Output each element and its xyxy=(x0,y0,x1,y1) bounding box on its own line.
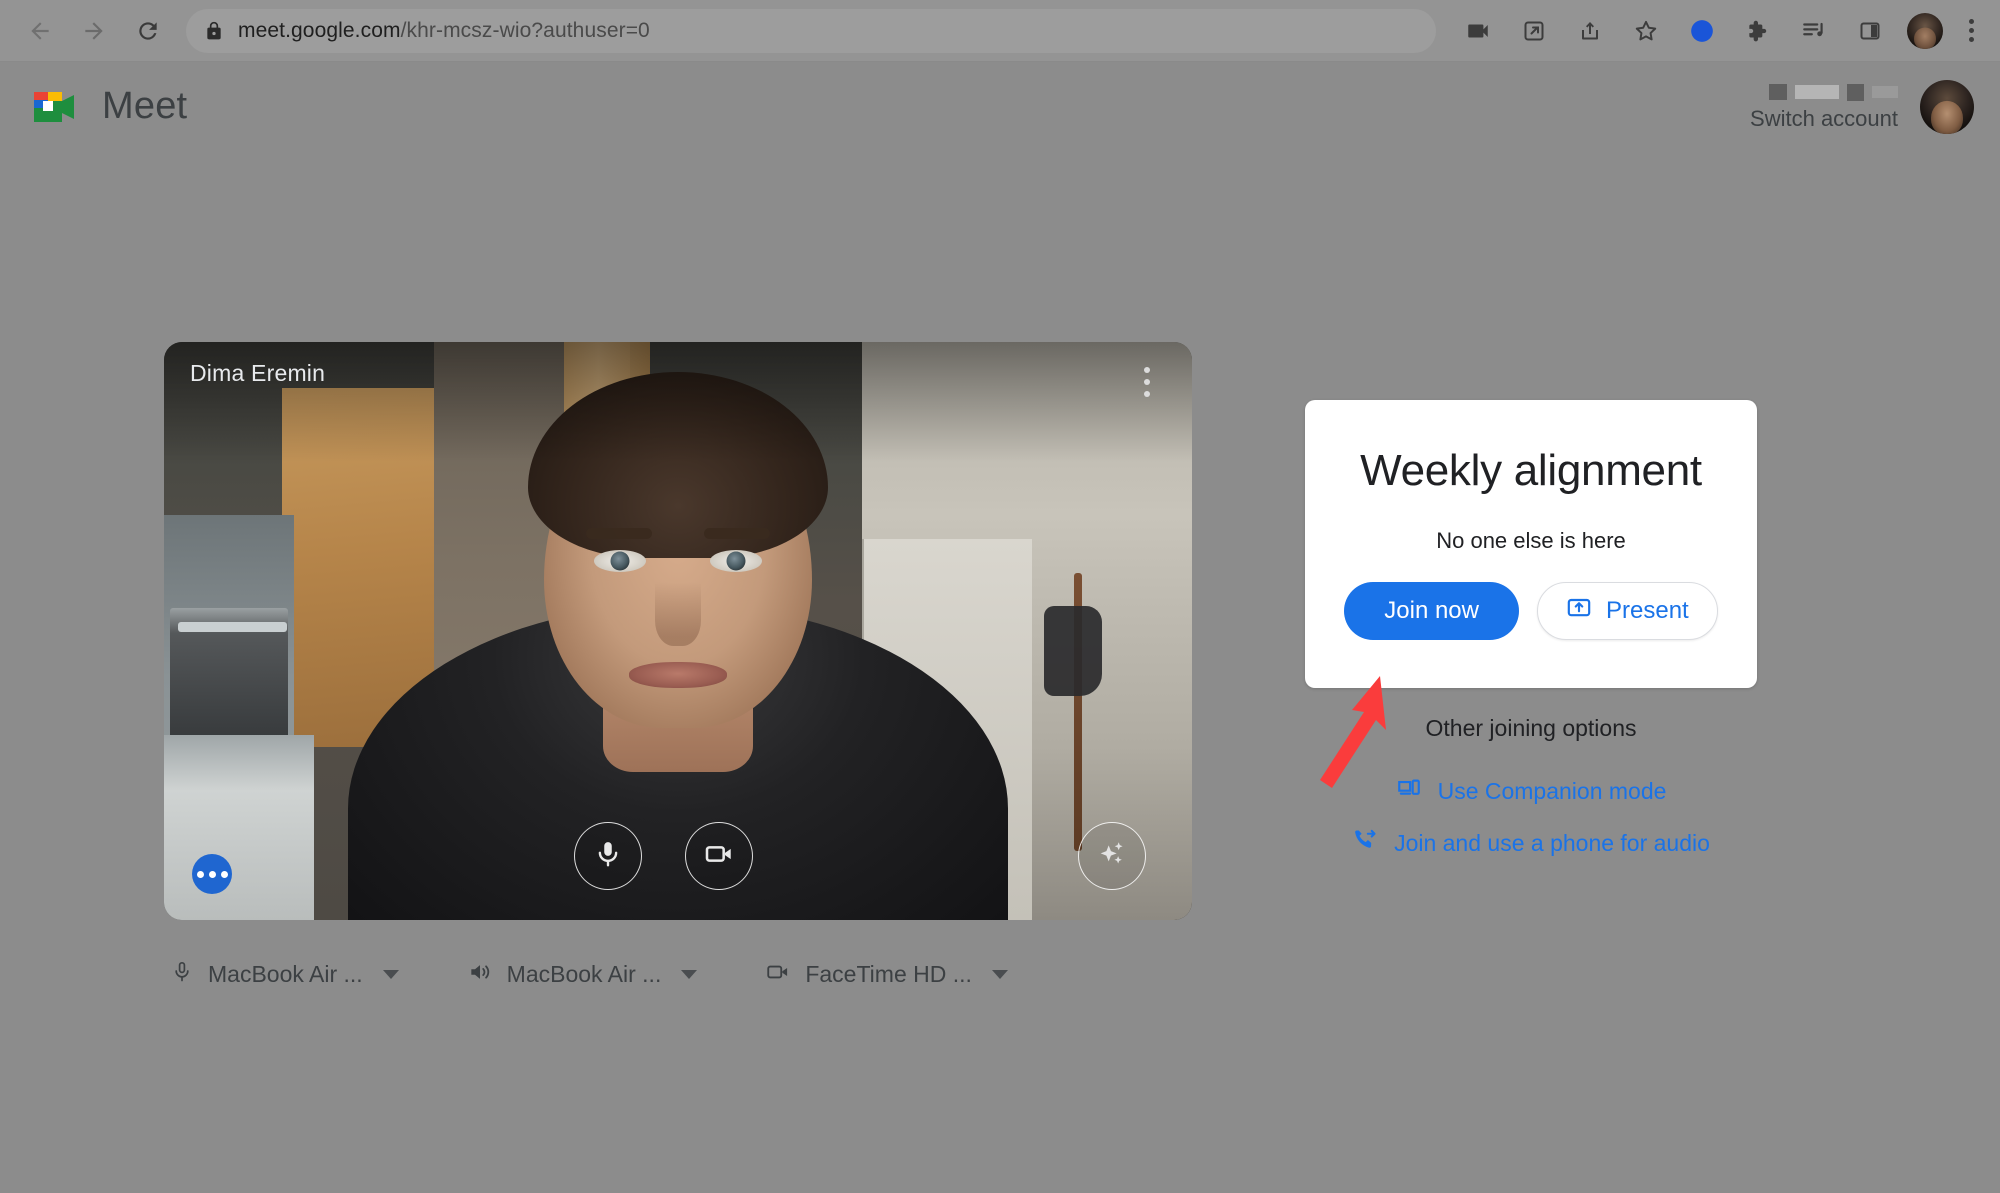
toggle-camera-button[interactable] xyxy=(685,822,753,890)
speaker-device-selector[interactable]: MacBook Air ... xyxy=(461,952,704,996)
join-now-button[interactable]: Join now xyxy=(1344,582,1519,640)
side-panel-icon[interactable] xyxy=(1849,10,1891,52)
url-path: /khr-mcsz-wio?authuser=0 xyxy=(400,18,650,42)
chevron-down-icon[interactable] xyxy=(681,969,698,979)
forward-button[interactable] xyxy=(72,9,116,53)
url-host: meet.google.com xyxy=(238,18,401,42)
join-by-phone-link[interactable]: Join and use a phone for audio xyxy=(1305,827,1757,859)
page-root: meet.google.com/khr-mcsz-wio?authuser=0 xyxy=(0,0,2000,1193)
video-camera-icon xyxy=(703,838,735,875)
share-icon[interactable] xyxy=(1569,10,1611,52)
meeting-title: Weekly alignment xyxy=(1360,446,1702,495)
companion-devices-icon xyxy=(1396,775,1422,807)
back-button[interactable] xyxy=(18,9,62,53)
join-by-phone-label: Join and use a phone for audio xyxy=(1394,829,1710,856)
participant-name: Dima Eremin xyxy=(190,360,326,386)
browser-profile-avatar[interactable] xyxy=(1907,12,1943,49)
address-bar[interactable]: meet.google.com/khr-mcsz-wio?authuser=0 xyxy=(186,8,1436,53)
browser-toolbar-icons xyxy=(1450,10,2000,52)
google-meet-logo xyxy=(30,84,82,128)
back-arrow-icon xyxy=(27,18,53,44)
camera-device-label: FaceTime HD ... xyxy=(805,960,972,987)
toggle-microphone-button[interactable] xyxy=(574,822,642,890)
camera-device-selector[interactable]: FaceTime HD ... xyxy=(759,952,1014,996)
url-text: meet.google.com/khr-mcsz-wio?authuser=0 xyxy=(238,19,650,43)
three-dot-menu-icon[interactable] xyxy=(1956,10,1986,52)
star-bookmark-icon[interactable] xyxy=(1625,10,1667,52)
reload-button[interactable] xyxy=(126,9,170,53)
microphone-icon xyxy=(170,960,194,989)
other-joining-options-title: Other joining options xyxy=(1425,715,1637,741)
speaker-device-label: MacBook Air ... xyxy=(506,960,662,987)
extensions-puzzle-icon[interactable] xyxy=(1737,10,1779,52)
meet-title: Meet xyxy=(102,84,188,127)
microphone-device-selector[interactable]: MacBook Air ... xyxy=(164,952,405,996)
sparkles-effects-icon xyxy=(1096,838,1128,875)
participants-status: No one else is here xyxy=(1436,528,1626,553)
chevron-down-icon[interactable] xyxy=(382,969,399,979)
microphone-icon xyxy=(593,839,623,874)
more-options-icon[interactable] xyxy=(1130,362,1164,402)
meet-header: Meet Switch account xyxy=(0,62,2000,172)
meet-brand[interactable]: Meet xyxy=(30,84,187,128)
video-camera-icon xyxy=(765,959,791,990)
account-avatar[interactable] xyxy=(1920,80,1974,134)
use-companion-mode-link[interactable]: Use Companion mode xyxy=(1305,775,1757,807)
video-camera-icon[interactable] xyxy=(1457,10,1499,52)
media-playlist-icon[interactable] xyxy=(1793,10,1835,52)
switch-account-label[interactable]: Switch account xyxy=(1750,106,1898,132)
forward-arrow-icon xyxy=(81,18,107,44)
lock-icon xyxy=(204,21,224,41)
microphone-device-label: MacBook Air ... xyxy=(208,960,363,987)
speaker-icon xyxy=(467,959,493,990)
join-panel: Weekly alignment No one else is here Joi… xyxy=(1305,400,1757,688)
chevron-down-icon[interactable] xyxy=(991,969,1008,979)
account-text: Switch account xyxy=(1750,82,1898,132)
redacted-email xyxy=(1750,82,1898,102)
present-button-label: Present xyxy=(1606,597,1689,624)
account-area: Switch account xyxy=(1750,80,1974,134)
open-in-new-icon[interactable] xyxy=(1513,10,1555,52)
phone-forward-icon xyxy=(1352,827,1378,859)
device-selector-row: MacBook Air ... MacBook Air ... FaceTime… xyxy=(164,952,1014,996)
video-preview[interactable]: Dima Eremin xyxy=(164,342,1192,920)
use-companion-mode-label: Use Companion mode xyxy=(1437,777,1667,804)
join-actions: Join now Present xyxy=(1305,582,1757,640)
reload-icon xyxy=(135,18,161,44)
more-dots-badge-icon[interactable] xyxy=(192,854,232,894)
present-screen-icon xyxy=(1566,595,1592,628)
visual-effects-button[interactable] xyxy=(1078,822,1146,890)
browser-toolbar: meet.google.com/khr-mcsz-wio?authuser=0 xyxy=(0,0,2000,62)
blue-circle-icon[interactable] xyxy=(1681,10,1723,52)
present-button[interactable]: Present xyxy=(1537,582,1718,640)
